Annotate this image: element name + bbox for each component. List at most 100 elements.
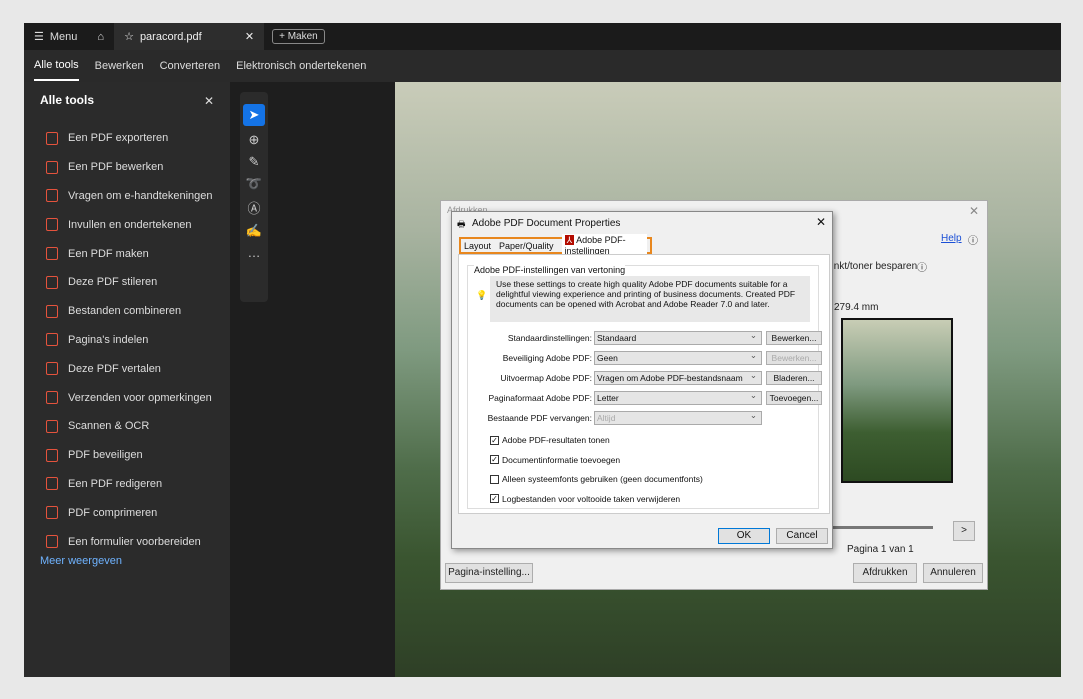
hamburger-icon: ☰ — [34, 31, 44, 43]
tool-icon — [46, 304, 58, 318]
new-button[interactable]: + Maken — [272, 29, 325, 44]
checkbox-label: Alleen systeemfonts gebruiken (geen docu… — [502, 474, 703, 484]
tab-layout[interactable]: Layout — [464, 241, 491, 251]
select-cursor-icon[interactable]: ➤ — [243, 104, 265, 126]
tool-item[interactable]: Verzenden voor opmerkingen — [46, 383, 213, 412]
tool-label: Invullen en ondertekenen — [68, 218, 192, 231]
close-icon[interactable]: ✕ — [969, 204, 979, 218]
tool-item[interactable]: Een PDF exporteren — [46, 124, 213, 153]
option-checkbox[interactable]: ✓ Logbestanden voor voltooide taken verwi… — [490, 494, 680, 504]
adobe-pdf-icon: ⅄ — [564, 235, 575, 245]
document-tab[interactable]: ☆ paracord.pdf ✕ — [114, 23, 265, 50]
menu-button[interactable]: ☰ Menu — [24, 30, 87, 44]
checkbox-box[interactable]: ✓ — [490, 455, 499, 464]
menu-label: Menu — [49, 30, 78, 43]
setting-button[interactable]: Bewerken... — [766, 331, 822, 345]
setting-label: Bestaande PDF vervangen: — [487, 413, 592, 423]
tool-icon — [46, 506, 58, 520]
lasso-icon[interactable]: ➰ — [246, 176, 262, 192]
tool-icon — [46, 535, 58, 549]
tool-icon — [46, 189, 58, 203]
option-checkbox[interactable]: ✓ Adobe PDF-resultaten tonen — [490, 435, 610, 445]
setting-label: Paginaformaat Adobe PDF: — [488, 393, 592, 403]
next-page-button[interactable]: > — [953, 521, 975, 541]
setting-dropdown[interactable]: Altijd — [594, 409, 762, 425]
page-slider[interactable] — [831, 526, 933, 529]
text-select-icon[interactable]: Ⓐ — [247, 198, 260, 217]
help-link[interactable]: Help — [941, 233, 962, 244]
setting-label: Beveiliging Adobe PDF: — [502, 353, 592, 363]
setting-row: Standaardinstellingen:Standaard Bewerken.… — [468, 329, 822, 345]
setting-button[interactable]: Bladeren... — [766, 371, 822, 385]
checkbox-box[interactable]: ✓ — [490, 494, 499, 503]
tool-icon — [46, 247, 58, 261]
title-bar: ☰ Menu ⌂ ☆ paracord.pdf ✕ + Maken — [24, 23, 1061, 50]
show-more-link[interactable]: Meer weergeven — [40, 555, 122, 567]
tab-convert[interactable]: Converteren — [160, 60, 221, 72]
tool-label: Deze PDF stileren — [68, 276, 158, 289]
checkbox-box[interactable]: ✓ — [490, 435, 499, 445]
tool-item[interactable]: Deze PDF vertalen — [46, 354, 213, 383]
sign-icon[interactable]: ✍ — [246, 223, 262, 239]
tool-item[interactable]: Bestanden combineren — [46, 297, 213, 326]
tab-paper-quality[interactable]: Paper/Quality — [499, 241, 554, 251]
tool-item[interactable]: Deze PDF stileren — [46, 268, 213, 297]
tool-item[interactable]: Een PDF maken — [46, 239, 213, 268]
close-panel-icon[interactable]: ✕ — [204, 94, 214, 108]
tool-label: Een PDF bewerken — [68, 161, 164, 174]
pen-icon[interactable]: ✎ — [249, 154, 260, 170]
tool-label: PDF comprimeren — [68, 506, 158, 519]
printer-icon: 🖶 — [457, 219, 466, 229]
tool-item[interactable]: PDF beveiligen — [46, 441, 213, 470]
tab-all-tools[interactable]: Alle tools — [34, 51, 79, 81]
setting-label: Uitvoermap Adobe PDF: — [500, 373, 592, 383]
group-label: Adobe PDF-instellingen van vertoning — [474, 265, 626, 275]
tool-item[interactable]: PDF comprimeren — [46, 498, 213, 527]
page-setup-button[interactable]: Pagina-instelling... — [445, 563, 533, 583]
close-icon[interactable]: ✕ — [816, 215, 826, 229]
comment-icon[interactable]: ⊕ — [249, 132, 260, 148]
help-icon[interactable]: ⓘ — [968, 232, 978, 247]
tabs: Layout Paper/Quality ⅄ Adobe PDF-instell… — [459, 234, 652, 257]
main-nav: Alle tools Bewerken Converteren Elektron… — [24, 50, 1061, 82]
tool-label: PDF beveiligen — [68, 449, 143, 462]
tool-icon — [46, 218, 58, 232]
checkbox-box[interactable] — [490, 474, 499, 484]
setting-row: Bestaande PDF vervangen: Altijd — [468, 409, 820, 425]
setting-dropdown[interactable]: Vragen om Adobe PDF-bestandsnaam — [594, 369, 762, 385]
ok-button[interactable]: OK — [718, 528, 770, 544]
setting-button[interactable]: Toevoegen... — [766, 391, 822, 405]
tool-item[interactable]: Een formulier voorbereiden — [46, 527, 213, 556]
settings-pane: Adobe PDF-instellingen van vertoning 💡 U… — [458, 254, 830, 514]
setting-button[interactable]: Bewerken... — [766, 351, 822, 365]
tool-label: Scannen & OCR — [68, 420, 150, 433]
option-checkbox[interactable]: ✓ Documentinformatie toevoegen — [490, 455, 620, 465]
print-cancel-button[interactable]: Annuleren — [923, 563, 983, 583]
info-icon[interactable]: ⓘ — [917, 259, 927, 274]
tool-label: Een PDF redigeren — [68, 477, 163, 490]
more-tools-icon[interactable]: … — [248, 245, 261, 260]
acrobat-window: ☰ Menu ⌂ ☆ paracord.pdf ✕ + Maken Alle tool… — [24, 23, 1061, 677]
tool-item[interactable]: Een PDF redigeren — [46, 470, 213, 499]
print-button[interactable]: Afdrukken — [853, 563, 917, 583]
tab-esign[interactable]: Elektronisch ondertekenen — [236, 60, 366, 72]
tool-item[interactable]: Vragen om e-handtekeningen — [46, 182, 213, 211]
tool-label: Bestanden combineren — [68, 305, 182, 318]
tool-label: Verzenden voor opmerkingen — [68, 391, 212, 404]
tool-item[interactable]: Scannen & OCR — [46, 412, 213, 441]
setting-dropdown[interactable]: Letter — [594, 389, 762, 405]
tool-item[interactable]: Pagina's indelen — [46, 326, 213, 355]
star-icon[interactable]: ☆ — [124, 30, 134, 43]
tool-item[interactable]: Een PDF bewerken — [46, 153, 213, 182]
option-checkbox[interactable]: Alleen systeemfonts gebruiken (geen docu… — [490, 474, 703, 484]
checkbox-label: Documentinformatie toevoegen — [502, 454, 621, 465]
setting-dropdown[interactable]: Geen — [594, 349, 762, 365]
tool-label: Pagina's indelen — [68, 333, 149, 346]
cancel-button[interactable]: Cancel — [776, 528, 828, 544]
tab-edit[interactable]: Bewerken — [95, 60, 144, 72]
home-icon[interactable]: ⌂ — [87, 31, 114, 43]
close-tab-icon[interactable]: ✕ — [245, 30, 254, 43]
setting-dropdown[interactable]: Standaard — [594, 329, 762, 345]
tool-item[interactable]: Invullen en ondertekenen — [46, 210, 213, 239]
tool-icon — [46, 160, 58, 174]
